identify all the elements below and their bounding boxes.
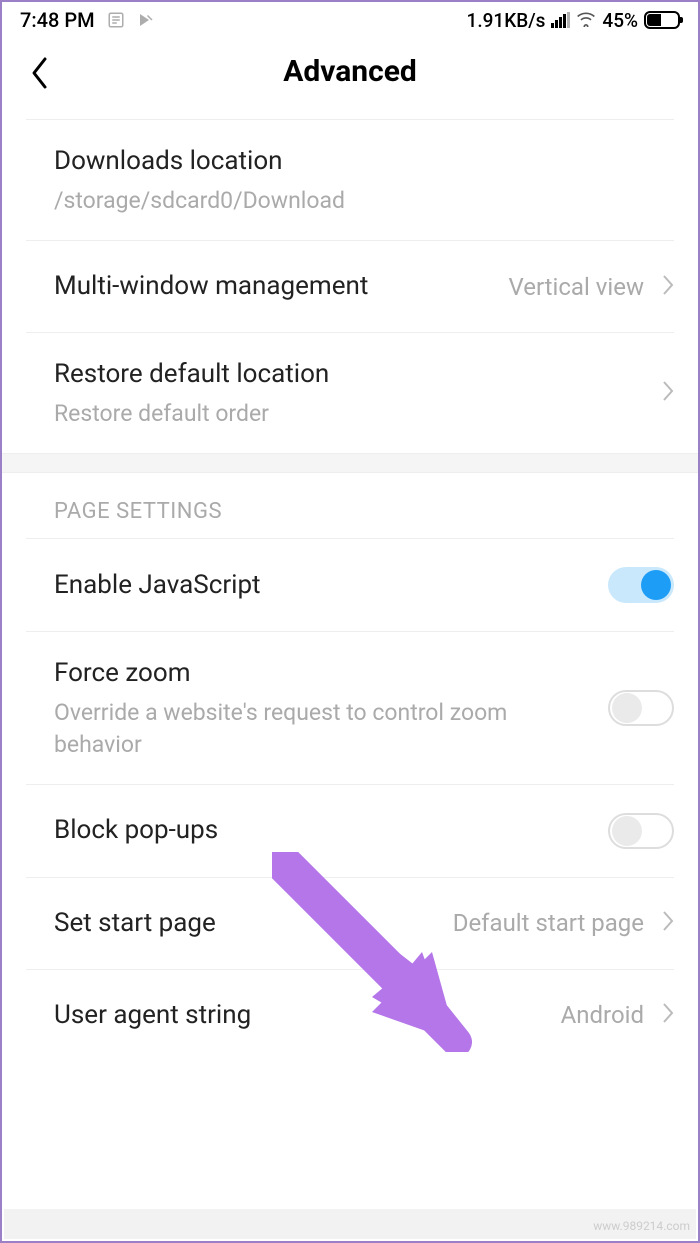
item-text: Downloads location /storage/sdcard0/Down…: [54, 144, 674, 216]
toggle-block-popups[interactable]: [608, 813, 674, 849]
item-subtitle: Restore default order: [54, 398, 650, 429]
notification-icon-2: [137, 11, 155, 29]
item-enable-javascript[interactable]: Enable JavaScript: [2, 539, 698, 631]
settings-list: Downloads location /storage/sdcard0/Down…: [2, 119, 698, 1061]
status-bar: 7:48 PM 1.91KB/s 45%: [2, 2, 698, 36]
chevron-right-icon: [662, 380, 674, 406]
chevron-right-icon: [662, 910, 674, 936]
item-title: Multi-window management: [54, 269, 496, 304]
item-user-agent[interactable]: User agent string Android: [2, 970, 698, 1061]
item-title: Restore default location: [54, 357, 650, 392]
chevron-left-icon: [30, 56, 50, 90]
app-header: Advanced: [2, 36, 698, 119]
status-right: 1.91KB/s 45%: [467, 9, 680, 32]
back-button[interactable]: [30, 56, 50, 94]
notification-icon-1: [107, 11, 125, 29]
section-header-page-settings: PAGE SETTINGS: [2, 473, 698, 538]
battery-icon: [644, 11, 680, 29]
item-restore-default[interactable]: Restore default location Restore default…: [2, 333, 698, 453]
toggle-javascript[interactable]: [608, 567, 674, 603]
item-title: Set start page: [54, 906, 441, 941]
item-value: Vertical view: [508, 273, 644, 301]
chevron-right-icon: [662, 274, 674, 300]
item-text: Force zoom Override a website's request …: [54, 656, 596, 759]
toggle-knob: [612, 693, 642, 723]
wifi-icon: [576, 9, 596, 32]
item-subtitle: Override a website's request to control …: [54, 697, 596, 759]
item-text: Set start page: [54, 906, 441, 941]
item-title: Force zoom: [54, 656, 596, 691]
status-time: 7:48 PM: [20, 8, 95, 32]
item-force-zoom[interactable]: Force zoom Override a website's request …: [2, 632, 698, 783]
chevron-right-icon: [662, 1002, 674, 1028]
item-text: User agent string: [54, 998, 549, 1033]
page-title: Advanced: [22, 54, 678, 89]
toggle-knob: [641, 570, 671, 600]
bottom-bar: [4, 1209, 696, 1239]
section-gap: [2, 453, 698, 473]
data-rate: 1.91KB/s: [467, 9, 546, 32]
item-title: User agent string: [54, 998, 549, 1033]
item-value: Android: [561, 1001, 644, 1029]
watermark: www.989214.com: [593, 1219, 690, 1233]
item-downloads-location[interactable]: Downloads location /storage/sdcard0/Down…: [2, 120, 698, 240]
toggle-knob: [612, 816, 642, 846]
item-text: Multi-window management: [54, 269, 496, 304]
item-block-popups[interactable]: Block pop-ups: [2, 785, 698, 877]
item-set-start-page[interactable]: Set start page Default start page: [2, 878, 698, 969]
item-value: Default start page: [453, 909, 644, 937]
item-multiwindow[interactable]: Multi-window management Vertical view: [2, 241, 698, 332]
toggle-force-zoom[interactable]: [608, 690, 674, 726]
battery-percent: 45%: [602, 9, 638, 32]
item-title: Block pop-ups: [54, 813, 596, 848]
item-title: Downloads location: [54, 144, 674, 179]
item-subtitle: /storage/sdcard0/Download: [54, 185, 674, 216]
item-title: Enable JavaScript: [54, 568, 596, 603]
signal-icon: [551, 12, 570, 28]
status-left: 7:48 PM: [20, 8, 155, 32]
item-text: Restore default location Restore default…: [54, 357, 650, 429]
item-text: Enable JavaScript: [54, 568, 596, 603]
item-text: Block pop-ups: [54, 813, 596, 848]
